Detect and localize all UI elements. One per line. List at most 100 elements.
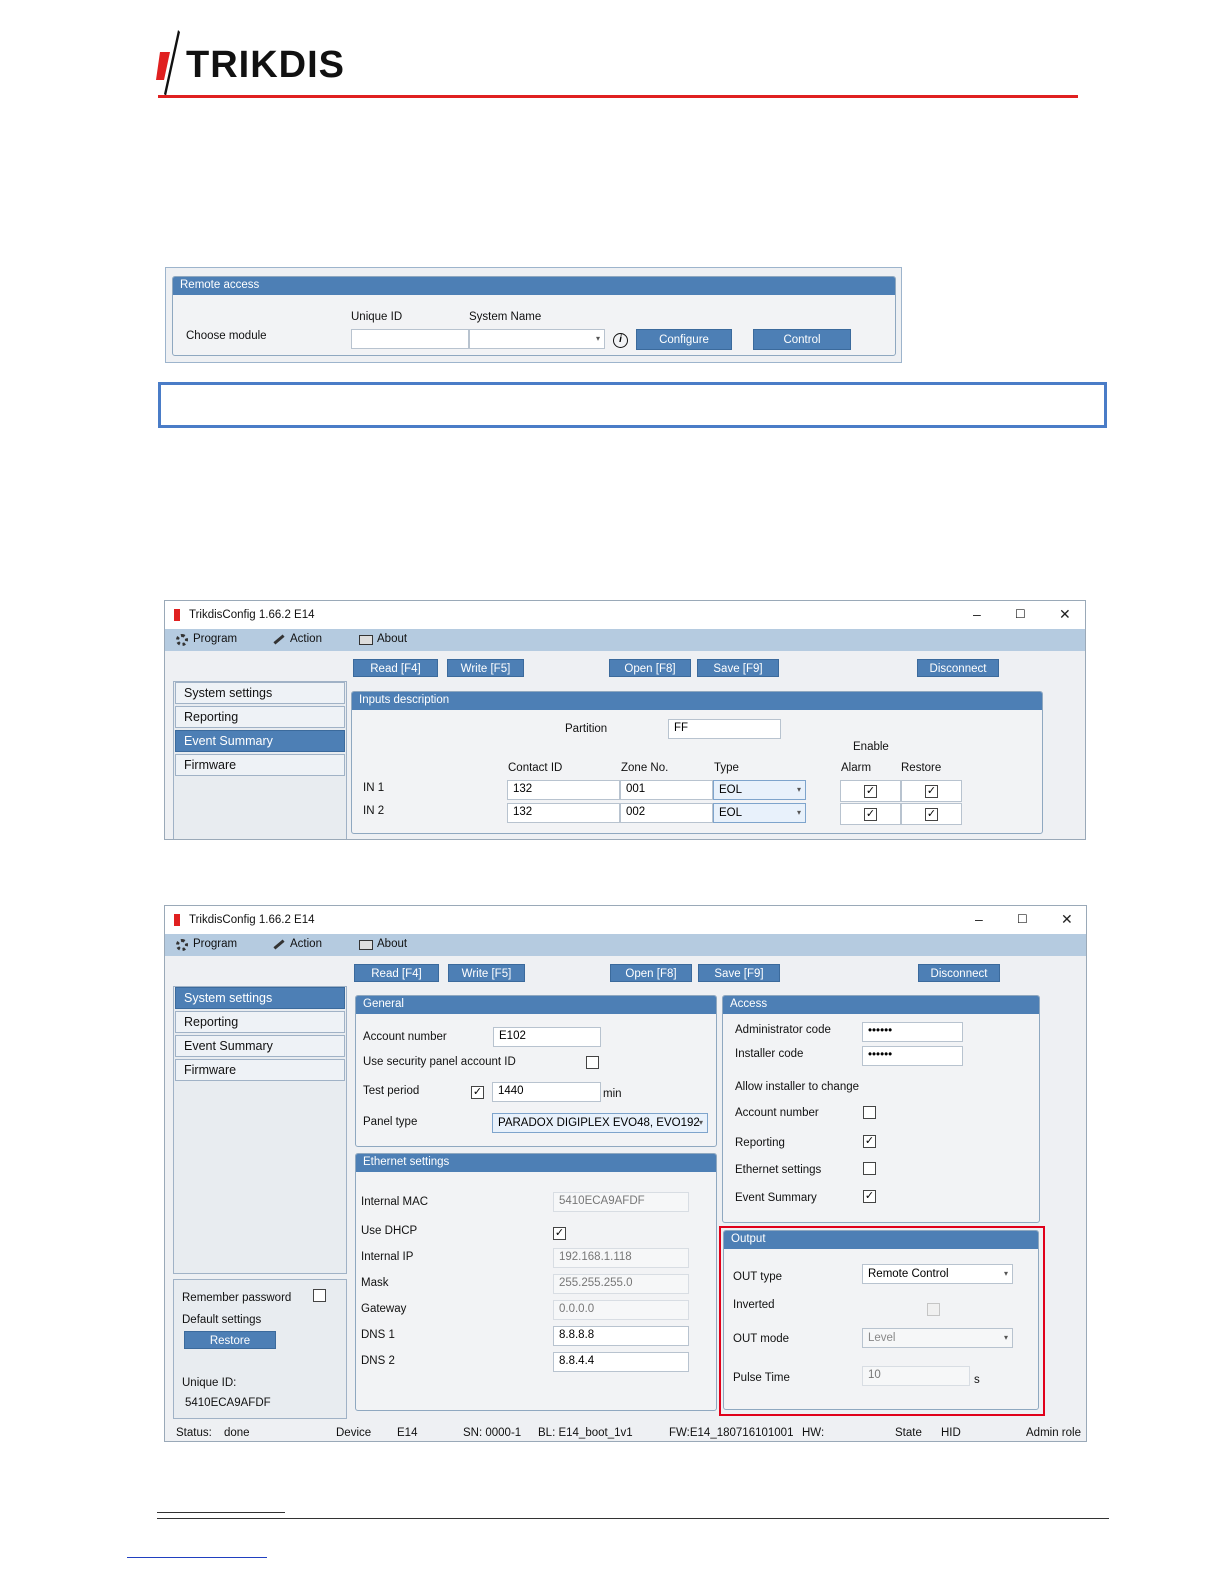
remember-password-checkbox[interactable] (313, 1289, 326, 1302)
restore-button[interactable]: Restore (184, 1331, 276, 1349)
out-mode-select[interactable]: Level ▾ (862, 1328, 1013, 1348)
ethernet-settings-title: Ethernet settings (356, 1154, 716, 1172)
window-title: TrikdisConfig 1.66.2 E14 (189, 609, 315, 621)
nav-system-settings[interactable]: System settings (175, 682, 345, 704)
system-name-select[interactable]: ▾ (469, 329, 605, 349)
save-button[interactable]: Save [F9] (698, 964, 780, 982)
row-in2-contact-id[interactable]: 132 (507, 803, 620, 823)
info-icon[interactable]: i (613, 333, 628, 348)
partition-label: Partition (565, 723, 608, 735)
mask-label: Mask (361, 1277, 389, 1289)
test-period-checkbox[interactable]: ✓ (471, 1086, 484, 1099)
save-button[interactable]: Save [F9] (697, 659, 779, 677)
gateway-input[interactable]: 0.0.0.0 (553, 1300, 689, 1320)
maximize-icon[interactable]: ☐ (1017, 912, 1028, 926)
menu-about[interactable]: About (377, 633, 407, 645)
dns1-input[interactable]: 8.8.8.8 (553, 1326, 689, 1346)
minimize-icon[interactable]: – (973, 606, 981, 622)
note-box (158, 382, 1107, 428)
inputs-description-title: Inputs description (352, 692, 1042, 710)
close-icon[interactable]: ✕ (1061, 911, 1073, 928)
col-contact-id: Contact ID (508, 762, 563, 774)
account-number-input[interactable]: E102 (493, 1027, 601, 1047)
menu-program[interactable]: Program (193, 938, 237, 950)
administrator-code-input[interactable]: •••••• (862, 1022, 963, 1042)
out-type-select[interactable]: Remote Control ▾ (862, 1264, 1013, 1284)
footnote-separator (157, 1512, 285, 1513)
footer-rule (157, 1518, 1109, 1519)
internal-ip-input[interactable]: 192.168.1.118 (553, 1248, 689, 1268)
write-button[interactable]: Write [F5] (447, 659, 524, 677)
menu-about[interactable]: About (377, 938, 407, 950)
row-in1-restore-checkbox[interactable]: ✓ (925, 785, 938, 798)
unique-id-value: 5410ECA9AFDF (185, 1397, 271, 1409)
row-in2-type-select[interactable]: EOL ▾ (713, 803, 806, 823)
row-in1-name: IN 1 (363, 782, 385, 794)
access-reporting-checkbox[interactable]: ✓ (863, 1135, 876, 1148)
unique-id-input[interactable] (351, 329, 469, 349)
access-account-number-checkbox[interactable] (863, 1106, 876, 1119)
read-button[interactable]: Read [F4] (354, 964, 439, 982)
test-period-input[interactable]: 1440 (492, 1082, 601, 1102)
internal-mac-label: Internal MAC (361, 1196, 429, 1208)
pulse-time-input[interactable]: 10 (862, 1366, 970, 1386)
minimize-icon[interactable]: – (975, 911, 983, 927)
use-panel-account-checkbox[interactable] (586, 1056, 599, 1069)
nav-event-summary[interactable]: Event Summary (175, 1035, 345, 1057)
app-icon (174, 609, 180, 621)
partition-input[interactable]: FF (668, 719, 781, 739)
access-ethernet-checkbox[interactable] (863, 1162, 876, 1175)
disconnect-button[interactable]: Disconnect (917, 659, 999, 677)
menu-program[interactable]: Program (193, 633, 237, 645)
trikdis-logo-icon (156, 30, 180, 96)
out-mode-value: Level (868, 1332, 896, 1344)
maximize-icon[interactable]: ☐ (1015, 607, 1026, 621)
menu-action[interactable]: Action (290, 938, 322, 950)
sidebar-bottom: Remember password Default settings Resto… (173, 1279, 347, 1419)
trikdisconfig-window-inputs: TrikdisConfig 1.66.2 E14 – ☐ ✕ Program A… (164, 600, 1086, 840)
row-in1-alarm-checkbox[interactable]: ✓ (864, 785, 877, 798)
gear-icon (176, 634, 188, 646)
nav-reporting[interactable]: Reporting (175, 706, 345, 728)
nav-reporting[interactable]: Reporting (175, 1011, 345, 1033)
unique-id-label: Unique ID: (182, 1377, 237, 1389)
nav-firmware[interactable]: Firmware (175, 1059, 345, 1081)
row-in2-restore-checkbox[interactable]: ✓ (925, 808, 938, 821)
chevron-down-icon: ▾ (796, 808, 801, 817)
use-dhcp-checkbox[interactable]: ✓ (553, 1227, 566, 1240)
internal-mac-input[interactable]: 5410ECA9AFDF (553, 1192, 689, 1212)
read-button[interactable]: Read [F4] (353, 659, 438, 677)
inverted-checkbox[interactable] (927, 1303, 940, 1316)
row-in2-alarm-checkbox[interactable]: ✓ (864, 808, 877, 821)
access-event-summary-checkbox[interactable]: ✓ (863, 1190, 876, 1203)
configure-button[interactable]: Configure (636, 329, 732, 350)
open-button[interactable]: Open [F8] (610, 964, 692, 982)
menu-action[interactable]: Action (290, 633, 322, 645)
disconnect-button[interactable]: Disconnect (918, 964, 1000, 982)
allow-installer-label: Allow installer to change (735, 1081, 860, 1093)
write-button[interactable]: Write [F5] (448, 964, 525, 982)
installer-code-label: Installer code (735, 1048, 804, 1060)
test-period-unit: min (603, 1088, 622, 1100)
installer-code-input[interactable]: •••••• (862, 1046, 963, 1066)
role: Admin role (1026, 1427, 1081, 1439)
info-icon-glyph: i (619, 334, 622, 345)
close-icon[interactable]: ✕ (1059, 606, 1071, 623)
panel-type-select[interactable]: PARADOX DIGIPLEX EVO48, EVO192 ▾ (492, 1113, 708, 1133)
mask-input[interactable]: 255.255.255.0 (553, 1274, 689, 1294)
nav-event-summary[interactable]: Event Summary (175, 730, 345, 752)
nav-system-settings[interactable]: System settings (175, 987, 345, 1009)
unique-id-label: Unique ID (351, 311, 403, 323)
open-button[interactable]: Open [F8] (609, 659, 691, 677)
row-in1-type-select[interactable]: EOL ▾ (713, 780, 806, 800)
row-in1-contact-id[interactable]: 132 (507, 780, 620, 800)
chevron-down-icon: ▾ (796, 785, 801, 794)
dns2-input[interactable]: 8.8.4.4 (553, 1352, 689, 1372)
row-in2-zone-no[interactable]: 002 (620, 803, 713, 823)
header-rule (158, 95, 1078, 98)
nav-firmware[interactable]: Firmware (175, 754, 345, 776)
window-titlebar: TrikdisConfig 1.66.2 E14 – ☐ ✕ (165, 601, 1085, 629)
hardware-version: HW: (802, 1427, 825, 1439)
control-button[interactable]: Control (753, 329, 851, 350)
row-in1-zone-no[interactable]: 001 (620, 780, 713, 800)
